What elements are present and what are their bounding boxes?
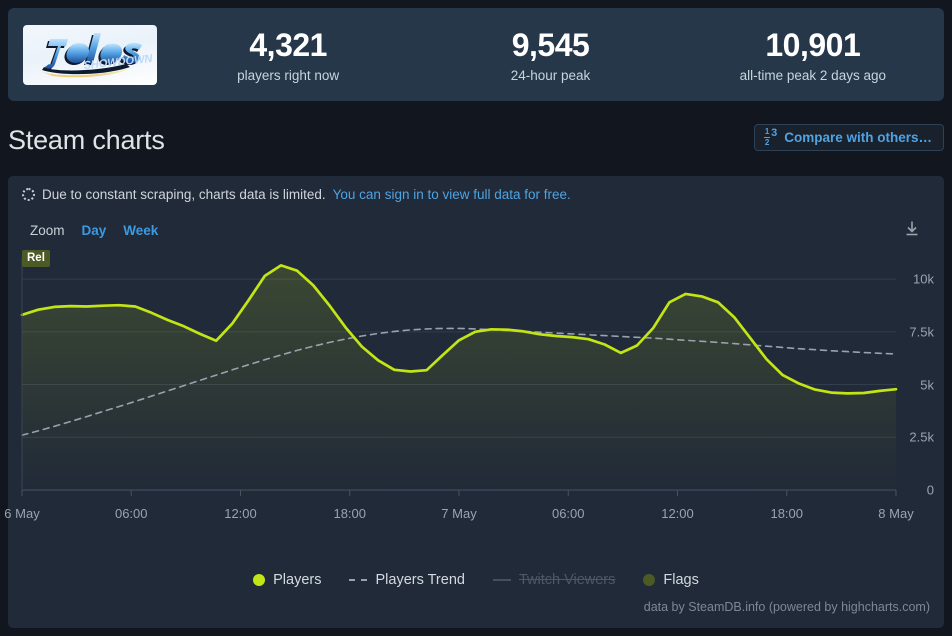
legend-dot-icon [253,574,266,586]
spinner-icon [22,187,35,201]
x-axis-tick-label: 18:00 [770,506,804,521]
page-title: Steam charts [8,124,165,155]
chart-credit: data by SteamDB.info (powered by highcha… [643,600,930,614]
legend-line-icon [492,579,511,581]
section-header: Steam charts 123 Compare with others… [8,112,944,168]
players-area [22,265,896,490]
players-chart[interactable]: Rel 0 2.5k 5k 7.5k 10k 6 May 06:00 12:00 18:00 7… [4,248,944,548]
x-axis-tick-label: 12:00 [661,506,694,521]
limited-data-notice: Due to constant scraping, charts data is… [8,176,944,212]
stat-label: players right now [237,67,340,83]
stat-players-now: 4,321 players right now [157,24,419,86]
idols-showdown-logo-icon: SHOWDOWN [40,32,154,77]
y-axis-tick-label: 5k [920,377,934,393]
stat-all-time-peak: 10,901 all-time peak 2 days ago [682,24,944,86]
y-axis-tick-label: 7.5k [909,324,934,340]
chart-legend: Players Players Trend Twitch Viewers Fla… [8,572,944,588]
legend-item-twitch-viewers[interactable]: Twitch Viewers [492,572,616,588]
notice-text: Due to constant scraping, charts data is… [42,186,326,202]
x-axis-tick-label: 06:00 [114,506,148,521]
legend-dashed-line-icon [349,579,368,581]
y-axis-tick-label: 2.5k [909,429,934,445]
stat-label: 24-hour peak [510,67,591,83]
release-flag-badge[interactable]: Rel [22,250,50,267]
game-stats-panel: SHOWDOWN 4,321 players right now 9,545 2… [8,8,944,101]
x-axis-tick-label: 06:00 [551,506,585,521]
legend-label: Players Trend [375,572,465,588]
zoom-label: Zoom [30,222,65,238]
compare-button-label: Compare with others… [784,130,932,145]
sign-in-link[interactable]: You can sign in to view full data for fr… [333,187,571,202]
stat-value: 10,901 [765,26,861,63]
x-axis-tick-label: 12:00 [224,506,257,521]
x-axis-tick-label: 7 May [441,506,477,521]
compare-with-others-button[interactable]: 123 Compare with others… [754,124,944,151]
y-axis-tick-label: 0 [926,482,934,498]
steamdb-charts-page: SHOWDOWN 4,321 players right now 9,545 2… [0,0,952,636]
charts-card: Due to constant scraping, charts data is… [4,176,944,628]
stat-value: 9,545 [511,26,590,63]
fraction-icon: 123 [764,127,778,147]
zoom-option-week[interactable]: Week [123,223,158,238]
legend-dot-icon [643,574,656,586]
chart-x-axis [21,489,897,496]
y-axis-tick-label: 10k [913,271,934,287]
game-logo[interactable]: SHOWDOWN [23,24,157,85]
zoom-controls: Zoom Day Week [8,212,944,248]
download-icon[interactable] [902,219,922,242]
x-axis-tick-label: 6 May [4,506,40,521]
zoom-option-day[interactable]: Day [82,223,107,238]
legend-label: Twitch Viewers [518,572,616,588]
stat-value: 4,321 [249,26,327,63]
game-logo-art: SHOWDOWN [23,25,157,85]
legend-item-flags[interactable]: Flags [643,572,699,588]
stat-24h-peak: 9,545 24-hour peak [419,24,681,86]
legend-label: Flags [663,572,699,588]
chart-canvas [20,258,898,496]
x-axis-tick-label: 18:00 [333,506,367,521]
x-axis-tick-label: 8 May [878,506,914,521]
legend-item-players-trend[interactable]: Players Trend [349,572,465,588]
legend-item-players[interactable]: Players [253,572,321,588]
legend-label: Players [273,572,322,588]
stat-label: all-time peak 2 days ago [739,67,886,83]
